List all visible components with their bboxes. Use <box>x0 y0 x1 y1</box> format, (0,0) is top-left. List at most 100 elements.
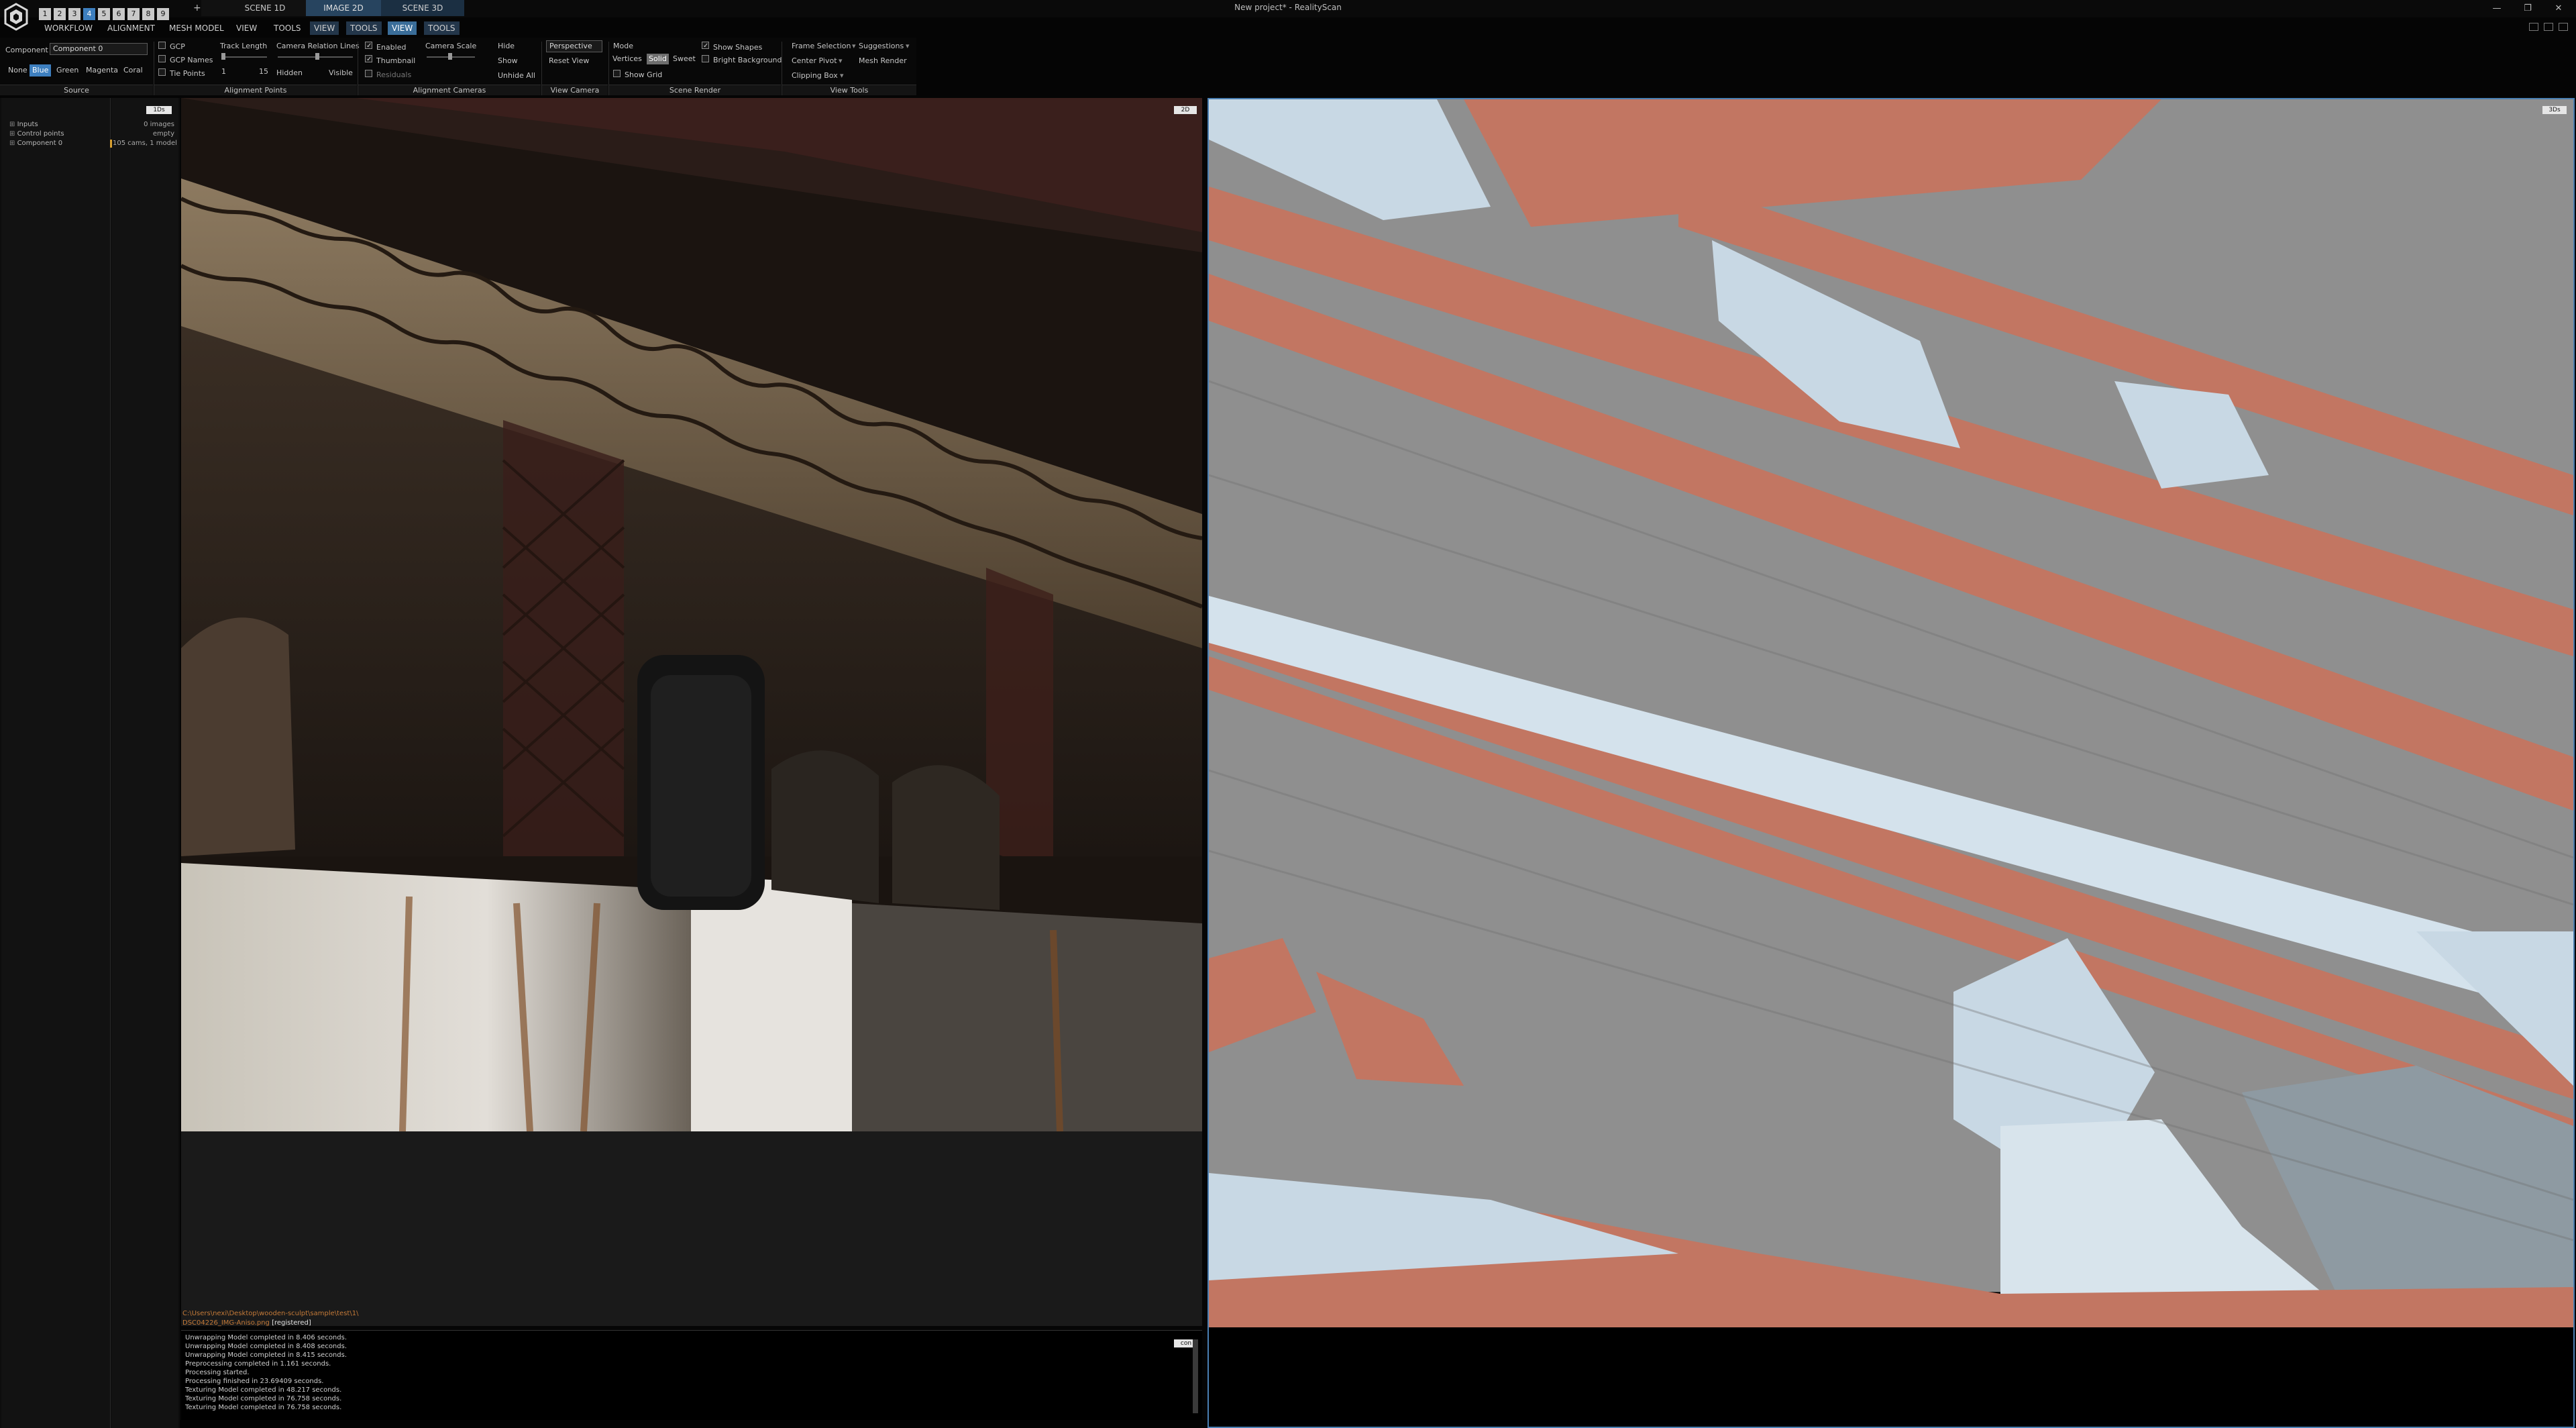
layout-button-9[interactable]: 9 <box>157 8 169 20</box>
tie-points-checkbox[interactable]: Tie Points <box>158 68 205 78</box>
view3d-badge[interactable]: 3Ds <box>2542 106 2567 114</box>
view2d-badge[interactable]: 2D <box>1174 106 1197 114</box>
tree-item-component-0[interactable]: ⊞ Component 0 <box>9 140 62 147</box>
realityscan-logo-icon[interactable] <box>3 3 30 32</box>
layout-button-7[interactable]: 7 <box>127 8 140 20</box>
bright-background-checkbox[interactable]: Bright Background <box>702 55 782 64</box>
track-length-handle[interactable] <box>221 53 225 60</box>
gcp-names-checkbox[interactable]: GCP Names <box>158 55 213 64</box>
group-alignment-points: Alignment Points <box>154 85 357 95</box>
log-line: Processing started. <box>185 1369 250 1376</box>
restore-icon[interactable]: ❐ <box>2518 2 2537 15</box>
log-line: Unwrapping Model completed in 8.415 seco… <box>185 1352 347 1359</box>
image-2d-viewport[interactable] <box>181 98 1202 1131</box>
enabled-checkbox[interactable]: Enabled <box>365 42 406 52</box>
projection-select[interactable]: Perspective <box>546 40 602 52</box>
layout-button-6[interactable]: 6 <box>113 8 125 20</box>
menu-2d-tools[interactable]: TOOLS <box>346 21 382 35</box>
tree-item-inputs[interactable]: ⊞ Inputs <box>9 121 38 128</box>
carved-beam-photo <box>181 98 1202 1131</box>
layout-button-1[interactable]: 1 <box>39 8 51 20</box>
color-coral-button[interactable]: Coral <box>121 64 146 76</box>
residuals-checkbox[interactable]: Residuals <box>365 70 411 79</box>
scene-3d-viewport[interactable] <box>1208 98 2575 1428</box>
settings-icon[interactable] <box>2544 23 2553 31</box>
layout-button-3[interactable]: 3 <box>68 8 80 20</box>
track-max-value: 15 <box>259 67 268 76</box>
image-file: DSC04226_IMG-Aniso.png [registered] <box>182 1319 1195 1327</box>
frame-selection-dropdown-icon[interactable]: ▾ <box>852 42 856 50</box>
mesh-render <box>1209 99 2573 1427</box>
panel-badge[interactable]: 1Ds <box>146 106 172 114</box>
tab-image-2d[interactable]: IMAGE 2D <box>306 0 381 16</box>
reset-view-button[interactable]: Reset View <box>549 56 589 65</box>
track-min-value: 1 <box>221 67 226 76</box>
enabled-label: Enabled <box>376 43 407 52</box>
visible-label: Visible <box>329 68 353 77</box>
unhide-all-button[interactable]: Unhide All <box>498 71 535 80</box>
show-grid-label: Show Grid <box>625 70 663 79</box>
center-pivot-dropdown-icon[interactable]: ▾ <box>839 56 843 65</box>
log-line: Processing finished in 23.69409 seconds. <box>185 1378 324 1385</box>
layout-button-5[interactable]: 5 <box>98 8 110 20</box>
close-icon[interactable]: ✕ <box>2549 2 2568 15</box>
group-view-tools: View Tools <box>782 85 916 95</box>
track-length-slider[interactable] <box>221 56 267 58</box>
camera-relation-handle[interactable] <box>315 53 319 60</box>
suggestions-dropdown-icon[interactable]: ▾ <box>906 42 910 50</box>
layout-button-4[interactable]: 4 <box>83 8 95 20</box>
mesh-render-button[interactable]: Mesh Render <box>859 56 907 65</box>
mode-solid-button[interactable]: Solid <box>647 54 669 64</box>
center-pivot-button[interactable]: Center Pivot <box>792 56 837 65</box>
layout-icon[interactable] <box>2529 23 2538 31</box>
gcp-label: GCP <box>170 42 185 51</box>
show-button[interactable]: Show <box>498 56 518 65</box>
mode-label: Mode <box>613 42 633 50</box>
color-none-button[interactable]: None <box>5 64 30 76</box>
minimize-icon[interactable]: — <box>2487 2 2506 15</box>
show-grid-checkbox[interactable]: Show Grid <box>613 70 662 79</box>
color-magenta-button[interactable]: Magenta <box>83 64 121 76</box>
menu-2d-view[interactable]: VIEW <box>310 21 339 35</box>
component-select[interactable]: Component 0 <box>50 43 148 55</box>
suggestions-button[interactable]: Suggestions <box>859 42 904 50</box>
expand-icon[interactable]: ⊞ <box>9 130 17 138</box>
menu-tools[interactable]: TOOLS <box>270 21 305 35</box>
clipping-box-button[interactable]: Clipping Box <box>792 71 838 80</box>
gcp-checkbox[interactable]: GCP <box>158 42 185 51</box>
layout-button-2[interactable]: 2 <box>54 8 66 20</box>
group-scene-render: Scene Render <box>609 85 781 95</box>
help-icon[interactable] <box>2559 23 2568 31</box>
menu-3d-view[interactable]: VIEW <box>388 21 417 35</box>
menu-alignment[interactable]: ALIGNMENT <box>103 21 159 35</box>
mode-vertices-button[interactable]: Vertices <box>610 54 644 64</box>
menu-workflow[interactable]: WORKFLOW <box>40 21 97 35</box>
console-scrollbar[interactable] <box>1193 1339 1198 1413</box>
menu-mesh-model[interactable]: MESH MODEL <box>165 21 228 35</box>
thumbnail-checkbox[interactable]: Thumbnail <box>365 55 415 65</box>
layout-button-8[interactable]: 8 <box>142 8 154 20</box>
color-blue-button[interactable]: Blue <box>30 64 52 76</box>
color-green-button[interactable]: Green <box>54 64 81 76</box>
camera-scale-handle[interactable] <box>448 53 452 60</box>
show-shapes-checkbox[interactable]: Show Shapes <box>702 42 762 52</box>
expand-icon[interactable]: ⊞ <box>9 140 17 147</box>
tree-item-label: Control points <box>17 130 64 138</box>
clipping-box-dropdown-icon[interactable]: ▾ <box>840 71 844 80</box>
tie-points-label: Tie Points <box>170 69 205 78</box>
tree-item-label: Component 0 <box>17 140 63 147</box>
bright-background-label: Bright Background <box>713 56 782 64</box>
tree-item-control-points[interactable]: ⊞ Control points <box>9 130 64 138</box>
project-tree <box>1 98 111 1428</box>
tree-item-label: Inputs <box>17 121 38 128</box>
tab-scene-3d[interactable]: SCENE 3D <box>381 0 464 16</box>
expand-icon[interactable]: ⊞ <box>9 121 17 128</box>
menu-3d-tools[interactable]: TOOLS <box>424 21 460 35</box>
mode-sweet-button[interactable]: Sweet <box>671 54 698 64</box>
hide-button[interactable]: Hide <box>498 42 515 50</box>
show-shapes-label: Show Shapes <box>713 43 763 52</box>
image-status: [registered] <box>272 1319 311 1327</box>
image-2d-background <box>181 1131 1202 1326</box>
frame-selection-button[interactable]: Frame Selection <box>792 42 851 50</box>
menu-view[interactable]: VIEW <box>232 21 261 35</box>
